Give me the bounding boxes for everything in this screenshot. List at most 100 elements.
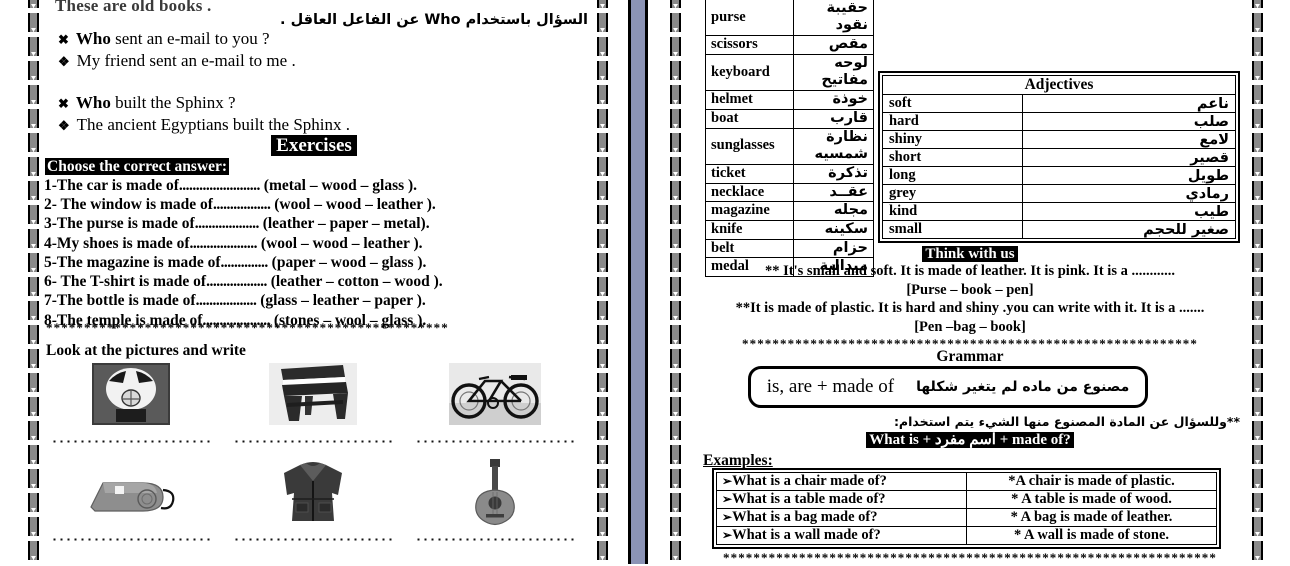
answer-blank[interactable]: .................. (206, 273, 267, 290)
think-item-choices[interactable]: [Purse – book – pen] (700, 281, 1240, 300)
edge-ornament-icon (600, 76, 605, 83)
vocab-en: sunglasses (705, 127, 794, 165)
edge-ornament-icon (1255, 172, 1260, 179)
vocab-en: scissors (705, 35, 794, 55)
question-stem: The car is made of (56, 177, 179, 194)
question-stem: The magazine is made of (56, 253, 221, 271)
edge-ornament-icon (31, 52, 36, 59)
table-row: sunglasses نظارة شمسيه (705, 127, 874, 165)
edge-ornament-icon (31, 532, 36, 539)
answer-row: ❖ The ancient Egyptians built the Sphinx… (58, 114, 350, 136)
edge-ornament-icon (1255, 316, 1260, 323)
question-options: (paper – wood – glass ). (271, 253, 427, 271)
edge-ornament-icon (600, 460, 605, 467)
edge-ornament-icon (31, 412, 36, 419)
table-row: grey رمادي (882, 184, 1237, 203)
arrow-bullet-icon: ➢ (722, 528, 733, 542)
table-row: knife سكينه (705, 219, 874, 240)
answer-blank[interactable]: ........................ (179, 177, 261, 194)
vocab-ar: لوحه مفاتيح (793, 53, 874, 92)
table-row: short قصير (882, 148, 1237, 167)
edge-ornament-icon (1255, 532, 1260, 539)
edge-ornament-icon (1255, 28, 1260, 35)
edge-ornament-icon (600, 508, 605, 515)
question-stem: The purse is made of (56, 215, 195, 233)
vocab-ar: خوذة (793, 90, 874, 110)
edge-ornament-icon (1255, 124, 1260, 131)
edge-ornament-icon (31, 76, 36, 83)
page-edge-decoration-left-inner (597, 0, 608, 564)
edge-ornament-icon (673, 532, 678, 539)
think-item-choices[interactable]: [Pen –bag – book] (700, 318, 1240, 337)
edge-ornament-icon (600, 484, 605, 491)
table-row: ➢What is a wall made of? * A wall is made… (716, 526, 1217, 545)
answer-row: ❖ My friend sent an e-mail to me . (58, 50, 296, 72)
answer-blank[interactable]: .............. (221, 254, 269, 271)
question-number: 6- (44, 273, 57, 291)
vocab-en: ticket (705, 163, 794, 184)
vocab-ar: حقيبة نقود (793, 0, 874, 37)
edge-ornament-icon (31, 484, 36, 491)
edge-ornament-icon (31, 100, 36, 107)
edge-ornament-icon (31, 292, 36, 299)
answer-blank[interactable]: ................. (213, 196, 271, 213)
vocab-ar: تذكرة (793, 163, 874, 184)
answer-blank[interactable]: .................... (190, 235, 258, 252)
picture-row (40, 456, 588, 542)
edge-ornament-icon (673, 316, 678, 323)
question-number: 7- (44, 292, 57, 310)
clipped-top-line: These are old books . (55, 0, 212, 15)
section-divider-stars: ****************************************… (46, 320, 449, 335)
answer-line[interactable] (51, 434, 211, 444)
question-stem: The T-shirt is made of (60, 273, 207, 291)
answer-line[interactable] (415, 434, 575, 444)
adjectives-table: Adjectives soft ناعم hard صلب shiny لامع sh… (882, 75, 1237, 239)
adjective-ar: صلب (1021, 112, 1237, 131)
question-text: sent an e-mail to you ? (115, 29, 270, 48)
example-answer: * A wall is made of stone. (966, 526, 1217, 545)
edge-ornament-icon (31, 196, 36, 203)
exercises-title-label: Exercises (271, 135, 357, 156)
edge-ornament-icon (1255, 484, 1260, 491)
edge-ornament-icon (1255, 460, 1260, 467)
answer-blank[interactable]: ................... (195, 215, 260, 232)
edge-ornament-icon (600, 124, 605, 131)
answer-text: My friend sent an e-mail to me . (76, 51, 296, 71)
right-page: keyمفتاح purseحقيبة نقود scissorsمقص key… (700, 0, 1240, 565)
edge-ornament-icon (600, 556, 605, 563)
table-row: ➢What is a bag made of? * A bag is made o… (716, 508, 1217, 527)
qa-block-2: ✖ Who built the Sphinx ? ❖ The ancient E… (58, 92, 350, 136)
example-question: ➢What is a table made of? (716, 490, 967, 509)
mc-question: 6- The T-shirt is made of...............… (44, 272, 443, 291)
edge-ornament-icon (31, 364, 36, 371)
table-row: kind طيب (882, 202, 1237, 221)
answer-line[interactable] (233, 532, 393, 542)
picture-cell (40, 456, 222, 542)
adjectives-table-wrapper: Adjectives soft ناعم hard صلب shiny لامع sh… (878, 71, 1240, 243)
question-options: (wool – wood – leather ). (274, 196, 436, 214)
edge-ornament-icon (673, 484, 678, 491)
edge-ornament-icon (1255, 436, 1260, 443)
edge-ornament-icon (600, 316, 605, 323)
table-row: keyboard لوحه مفاتيح (705, 53, 874, 92)
arrow-bullet-icon: ➢ (722, 474, 733, 488)
guitar-icon (475, 459, 515, 526)
edge-ornament-icon (673, 220, 678, 227)
edge-ornament-icon (600, 340, 605, 347)
table-row: magazine مجله (705, 201, 874, 221)
example-question-text: What is a chair made of? (732, 473, 887, 489)
edge-ornament-icon (1255, 508, 1260, 515)
answer-blank[interactable]: .................. (196, 292, 257, 309)
table-row: small صغير للحجم (882, 220, 1237, 239)
answer-line[interactable] (233, 434, 393, 444)
vocab-ar: عقــد (793, 182, 874, 203)
adjective-ar: ناعم (1021, 94, 1237, 113)
coat-image (222, 456, 404, 528)
edge-ornament-icon (31, 148, 36, 155)
table-header-row: Adjectives (882, 75, 1236, 95)
example-question-text: What is a bag made of? (732, 509, 878, 525)
answer-line[interactable] (51, 532, 211, 542)
edge-ornament-icon (673, 412, 678, 419)
question-number: 1- (44, 177, 57, 194)
answer-line[interactable] (415, 532, 575, 542)
